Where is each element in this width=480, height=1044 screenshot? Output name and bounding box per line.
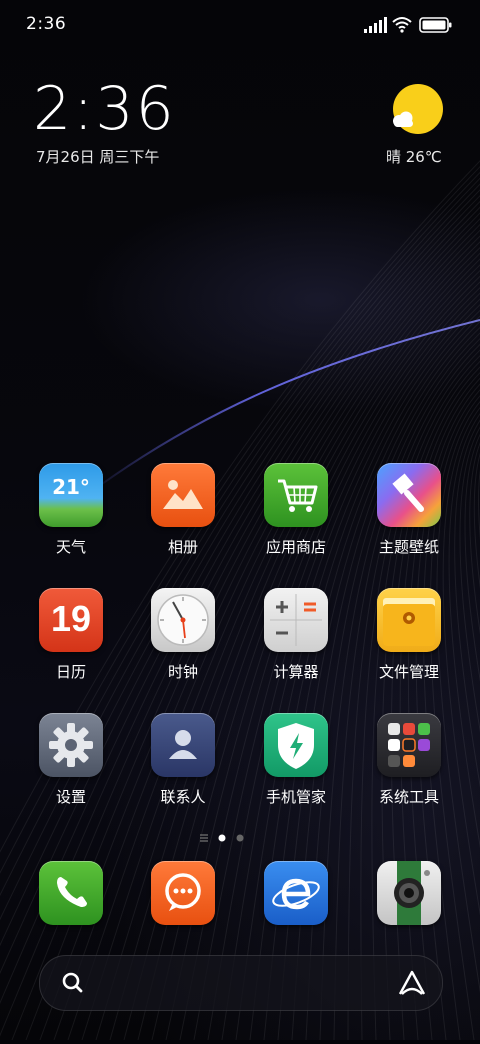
page-dot: [236, 834, 244, 842]
app-label: 应用商店: [265, 538, 326, 556]
folder-tools-icon: [377, 713, 441, 777]
page-list-icon: [200, 834, 208, 842]
weather-tile-temp: 21°: [52, 475, 90, 499]
app-label: 日历: [55, 663, 86, 681]
page-indicator[interactable]: [200, 829, 260, 842]
app-label: 手机管家: [265, 788, 326, 806]
wallpaper-line: [459, 426, 480, 733]
app-clock[interactable]: 时钟: [133, 588, 233, 682]
calculator-icon: [264, 588, 328, 652]
wallpaper-line: [390, 366, 480, 1041]
clock-widget-time[interactable]: 2:36: [33, 76, 176, 142]
status-icons: [364, 15, 454, 35]
battery-icon: [419, 17, 452, 33]
status-bar: 2:36: [0, 0, 480, 50]
search-bar[interactable]: [39, 955, 443, 1011]
theme-brush-icon: [377, 463, 441, 527]
contact-person-icon: [151, 713, 215, 777]
app-security[interactable]: 手机管家: [246, 713, 346, 807]
app-settings[interactable]: 设置: [21, 713, 121, 807]
calendar-icon: 19: [39, 588, 103, 652]
app-store[interactable]: 应用商店: [246, 463, 346, 557]
app-contacts[interactable]: 联系人: [133, 713, 233, 807]
folder-icon: [377, 588, 441, 652]
assistant-icon[interactable]: [398, 970, 426, 995]
shield-icon: [264, 713, 328, 777]
clock-icon: [151, 588, 215, 652]
calendar-day: 19: [50, 598, 92, 639]
signal-icon: [364, 17, 387, 33]
browser-icon: [264, 861, 328, 925]
sunny-icon[interactable]: [390, 82, 446, 138]
phone-icon: [39, 861, 103, 925]
weather-app-icon: 21°: [39, 463, 103, 527]
app-label: 天气: [55, 538, 86, 556]
app-label: 联系人: [160, 788, 206, 806]
app-weather[interactable]: 21° 天气: [21, 463, 121, 557]
dock-messages[interactable]: [133, 861, 233, 925]
dock-browser[interactable]: [246, 861, 346, 925]
dock-phone[interactable]: [21, 861, 121, 925]
app-label: 主题壁纸: [378, 538, 439, 556]
clock-widget-date: 7月26日 周三下午: [36, 148, 160, 166]
app-label: 时钟: [167, 663, 198, 681]
search-icon[interactable]: [62, 972, 83, 993]
message-icon: [151, 861, 215, 925]
app-calendar[interactable]: 19 日历: [21, 588, 121, 682]
status-time: 2:36: [26, 14, 67, 34]
app-system-tools[interactable]: 系统工具: [359, 713, 459, 807]
weather-summary: 晴 26℃: [386, 148, 442, 166]
app-file-manager[interactable]: 文件管理: [359, 588, 459, 682]
app-label: 计算器: [273, 663, 319, 681]
page-dot-active: [218, 834, 226, 842]
dock-camera[interactable]: [359, 861, 459, 925]
wallpaper-line: [371, 355, 480, 1041]
app-label: 设置: [55, 788, 86, 806]
store-cart-icon: [264, 463, 328, 527]
app-label: 相册: [167, 538, 198, 556]
wifi-icon: [392, 17, 412, 33]
camera-icon: [377, 861, 441, 925]
app-gallery[interactable]: 相册: [133, 463, 233, 557]
app-label: 系统工具: [378, 788, 439, 806]
gallery-icon: [151, 463, 215, 527]
gear-icon: [39, 713, 103, 777]
app-themes[interactable]: 主题壁纸: [359, 463, 459, 557]
app-calculator[interactable]: 计算器: [246, 588, 346, 682]
app-label: 文件管理: [378, 663, 439, 681]
